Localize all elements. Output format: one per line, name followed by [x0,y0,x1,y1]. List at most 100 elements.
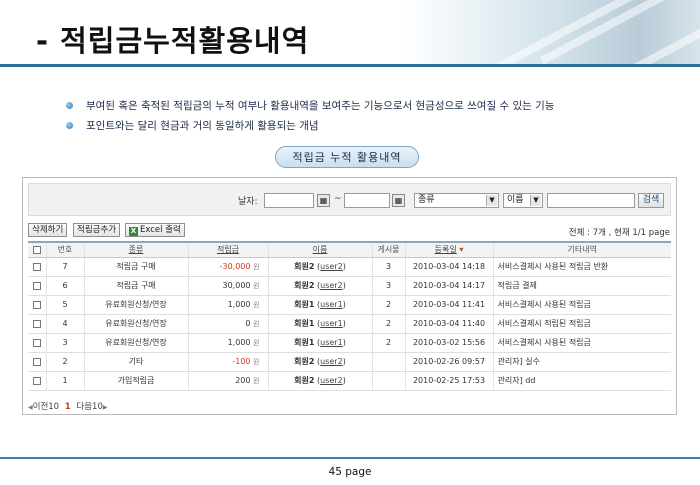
row-amount-cell: 30,000 원 [187,276,268,296]
slide-header: - 적립금누적활용내역 [0,0,700,67]
select-all-header[interactable] [28,241,46,258]
currency-unit: 원 [253,262,260,271]
row-date: 2010-03-04 11:40 [404,314,493,334]
row-checkbox[interactable] [32,281,41,290]
row-select-cell[interactable] [28,352,46,372]
row-member-id-link[interactable]: user2 [320,281,343,290]
table-row: 1 가입적립금 200 원 회원2 (user2) 2010-02-25 17:53 관리… [28,371,671,391]
excel-icon: X [129,227,138,236]
col-header-date[interactable]: 등록일 ▾ [404,241,493,258]
pagination: ◀이전10 1 다음10▶ [28,400,108,412]
current-page[interactable]: 1 [65,402,71,412]
next-arrow-icon: ▶ [102,404,108,411]
prev-page-link[interactable]: 이전10 [33,402,59,412]
search-bar: 날자: ▦ ~ ▦ 종류 ▼ 이름 ▼ 검색 [28,183,671,216]
table-row: 7 적립금 구매 -30,000 원 회원2 (user2) 3 2010-03-04 1… [28,257,671,277]
select-all-checkbox[interactable] [32,245,41,254]
row-member: 회원1 (user1) [267,295,372,315]
history-table: 번호 종류 적립금 이름 게시물 등록일 ▾ 기타내역 7 적립금 구매 -30,0… [28,241,671,391]
row-member-id-link[interactable]: user1 [320,338,343,347]
search-button[interactable]: 검색 [638,193,664,208]
row-member: 회원2 (user2) [267,352,372,372]
row-date: 2010-03-04 14:18 [404,257,493,277]
row-member-id-link[interactable]: user1 [320,300,343,309]
row-amount-cell: -100 원 [187,352,268,372]
page-number: 45 page [328,466,372,478]
row-member-name: 회원2 [294,262,315,271]
row-member-id-link[interactable]: user2 [320,262,343,271]
col-header-note: 기타내역 [492,241,671,258]
row-posts: 3 [371,257,405,277]
col-header-amount[interactable]: 적립금 [187,241,268,258]
row-date: 2010-02-26 09:57 [404,352,493,372]
row-note: 서비스결제시 사용된 적립금 [492,333,671,353]
currency-unit: 원 [253,357,260,366]
delete-button[interactable]: 삭제하기 [28,223,68,237]
row-amount-cell: 200 원 [187,371,268,391]
date-from-input[interactable] [264,193,314,208]
row-member-name: 회원2 [294,357,315,366]
next-page-link[interactable]: 다음10 [76,402,102,412]
excel-export-button[interactable]: X Excel 출력 [125,223,185,237]
row-no: 2 [45,352,84,372]
category-select[interactable]: 종류 ▼ [414,193,499,208]
calendar-icon[interactable]: ▦ [392,194,405,207]
row-type: 유료회원신청/연장 [83,295,188,315]
row-member: 회원2 (user2) [267,257,372,277]
history-panel: 날자: ▦ ~ ▦ 종류 ▼ 이름 ▼ 검색 삭제하기 적립금추가 X Excel… [22,177,677,415]
row-select-cell[interactable] [28,276,46,296]
row-amount: 1,000 [227,299,251,309]
add-points-button[interactable]: 적립금추가 [73,223,121,237]
row-member: 회원1 (user1) [267,333,372,353]
row-checkbox[interactable] [32,319,41,328]
date-label: 날자: [238,197,258,207]
field-select-value: 이름 [507,195,524,205]
row-member-name: 회원2 [294,376,315,385]
row-select-cell[interactable] [28,314,46,334]
row-checkbox[interactable] [32,300,41,309]
row-member-id-link[interactable]: user2 [320,357,343,366]
row-member-name: 회원2 [294,281,315,290]
row-amount: 1,000 [227,337,251,347]
row-type: 유료회원신청/연장 [83,314,188,334]
calendar-icon[interactable]: ▦ [317,194,330,207]
row-member: 회원2 (user2) [267,276,372,296]
total-count: 전체 : 7개 , 현재 1/1 page [568,228,670,238]
row-checkbox[interactable] [32,338,41,347]
row-checkbox[interactable] [32,357,41,366]
row-checkbox[interactable] [32,262,41,271]
search-input[interactable] [547,193,635,208]
currency-unit: 원 [253,300,260,309]
row-amount-cell: 0 원 [187,314,268,334]
table-row: 3 유료회원신청/연장 1,000 원 회원1 (user1) 2 2010-03-02 … [28,333,671,353]
bullet-text: 포인트와는 달리 현금과 거의 동일하게 활용되는 개념 [86,119,319,132]
row-member: 회원1 (user1) [267,314,372,334]
row-select-cell[interactable] [28,257,46,277]
table-row: 6 적립금 구매 30,000 원 회원2 (user2) 3 2010-03-04 14… [28,276,671,296]
row-select-cell[interactable] [28,333,46,353]
sort-desc-icon: ▾ [459,245,464,255]
row-amount: -30,000 [219,261,251,271]
row-select-cell[interactable] [28,371,46,391]
row-amount: 200 [235,375,251,385]
col-header-no: 번호 [45,241,84,258]
row-type: 기타 [83,352,188,372]
chevron-down-icon: ▼ [530,195,541,206]
col-header-type[interactable]: 종류 [83,241,188,258]
row-no: 1 [45,371,84,391]
bullet-item: 부여된 혹은 축적된 적립금의 누적 여부나 활용내역을 보여주는 기능으로서 … [66,95,554,115]
row-member-id-link[interactable]: user2 [320,376,343,385]
row-member-id-link[interactable]: user1 [320,319,343,328]
footer-divider [0,457,700,459]
currency-unit: 원 [253,338,260,347]
header-divider [0,64,700,67]
field-select[interactable]: 이름 ▼ [503,193,543,208]
row-posts: 2 [371,314,405,334]
date-to-input[interactable] [344,193,390,208]
row-checkbox[interactable] [32,376,41,385]
bullet-text: 부여된 혹은 축적된 적립금의 누적 여부나 활용내역을 보여주는 기능으로서 … [86,99,555,112]
col-header-name[interactable]: 이름 [267,241,372,258]
row-no: 4 [45,314,84,334]
row-select-cell[interactable] [28,295,46,315]
table-header-row: 번호 종류 적립금 이름 게시물 등록일 ▾ 기타내역 [28,241,671,258]
